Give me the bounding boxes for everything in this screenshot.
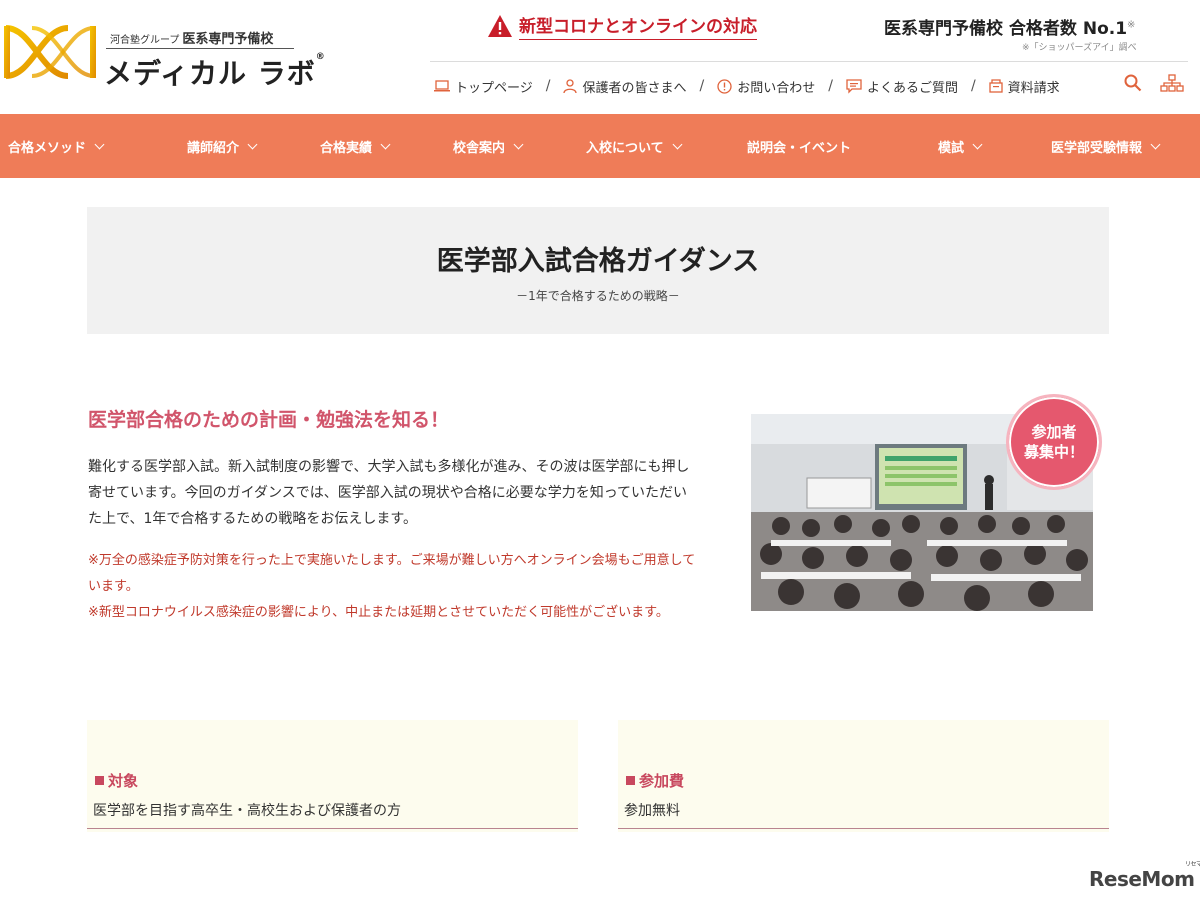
badge-line2: 募集中！	[1023, 443, 1084, 461]
main-nav: 合格メソッド 講師紹介 合格実績 校舎案内 入校について 説明会・イベント 模試…	[0, 114, 1200, 178]
person-icon	[563, 78, 578, 93]
laptop-icon	[434, 80, 450, 92]
chevron-down-icon	[247, 139, 258, 149]
nav-item-label: 医学部受験情報	[1051, 140, 1143, 156]
target-underline	[87, 828, 578, 829]
chevron-down-icon	[972, 139, 983, 149]
resemom-watermark: ReseMomリセマム	[1089, 861, 1200, 891]
no1-text: 医系専門予備校 合格者数 No.1	[884, 19, 1128, 39]
event-info-box: 対象 医学部を目指す高卒生・高校生および保護者の方 参加費 参加無料	[87, 720, 1109, 832]
util-nav-label: よくあるご質問	[866, 80, 958, 96]
nav-item-label: 校舎案内	[453, 140, 506, 156]
covid-notice-link[interactable]: 新型コロナとオンラインの対応	[487, 12, 757, 40]
square-bullet-icon	[626, 776, 635, 785]
fee-underline	[618, 828, 1109, 829]
intro-heading: 医学部合格のための計画・勉強法を知る！	[88, 409, 450, 431]
chevron-down-icon	[672, 139, 683, 149]
info-icon	[717, 78, 732, 94]
nav-item-method[interactable]: 合格メソッド	[8, 114, 105, 178]
util-separator: /	[970, 78, 976, 94]
header-divider	[430, 61, 1188, 62]
util-nav-label: お問い合わせ	[737, 80, 816, 96]
logo-mark-icon	[4, 25, 96, 79]
util-nav-contact[interactable]: お問い合わせ	[717, 77, 815, 96]
logo-name: メディカル ラボ®	[104, 52, 326, 92]
document-icon	[989, 79, 1003, 93]
nav-item-label: 合格実績	[320, 140, 373, 156]
utility-nav: トップページ / 保護者の皆さまへ / お問い合わせ / よくあるご質問 / 資…	[434, 74, 1060, 98]
chevron-down-icon	[1150, 139, 1161, 149]
util-nav-label: トップページ	[455, 80, 533, 96]
util-separator: /	[699, 78, 705, 94]
page-subtitle: －1年で合格するための戦略－	[516, 289, 680, 303]
logo-school-text: 医系専門予備校	[182, 32, 274, 47]
logo-reg-mark: ®	[315, 52, 326, 62]
nav-item-label: 模試	[938, 140, 965, 156]
intro-note: ※新型コロナウイルス感染症の影響により、中止または延期とさせていただく可能性がご…	[88, 605, 669, 620]
logo-subtitle: 河合塾グループ 医系専門予備校	[110, 28, 273, 47]
watermark-kana: リセマム	[1185, 861, 1200, 868]
util-nav-faq[interactable]: よくあるご質問	[846, 77, 958, 96]
nav-item-admission[interactable]: 入校について	[586, 114, 683, 178]
chevron-down-icon	[94, 139, 105, 149]
header-tools	[1124, 74, 1184, 92]
fee-label: 参加費	[626, 770, 684, 791]
intro-notes: ※万全の感染症予防対策を行った上で実施いたします。ご来場が難しい方へオンライン会…	[88, 548, 698, 626]
no1-claim: 医系専門予備校 合格者数 No.1※	[884, 14, 1135, 39]
nav-item-label: 講師紹介	[187, 140, 240, 156]
util-nav-top[interactable]: トップページ	[434, 77, 533, 96]
logo-name-text: メディカル ラボ	[104, 57, 316, 90]
page-title-box: 医学部入試合格ガイダンス －1年で合格するための戦略－	[87, 207, 1109, 334]
util-separator: /	[828, 78, 833, 94]
fee-value: 参加無料	[624, 803, 680, 819]
warning-icon	[488, 15, 512, 37]
watermark-text: ReseMom	[1089, 867, 1195, 891]
site-header: 河合塾グループ 医系専門予備校 メディカル ラボ® 新型コロナとオンラインの対応 …	[0, 0, 1200, 114]
util-nav-parents[interactable]: 保護者の皆さまへ	[563, 77, 686, 96]
nav-item-results[interactable]: 合格実績	[320, 114, 391, 178]
nav-item-label: 説明会・イベント	[747, 140, 852, 156]
nav-item-exam-info[interactable]: 医学部受験情報	[1051, 114, 1161, 178]
util-nav-label: 資料請求	[1007, 80, 1060, 96]
nav-item-label: 入校について	[586, 140, 664, 156]
sitemap-icon[interactable]	[1160, 74, 1184, 92]
util-nav-brochure[interactable]: 資料請求	[989, 77, 1060, 96]
logo-divider	[106, 48, 294, 49]
no1-footnote: ※「ショッパーズアイ」調べ	[1022, 43, 1137, 53]
square-bullet-icon	[95, 776, 104, 785]
logo-group-text: 河合塾グループ	[110, 35, 180, 46]
nav-item-mock-exam[interactable]: 模試	[938, 114, 983, 178]
util-nav-label: 保護者の皆さまへ	[582, 80, 687, 96]
recruiting-badge: 参加者 募集中！	[1006, 394, 1102, 490]
util-separator: /	[545, 78, 551, 94]
chat-icon	[846, 78, 862, 94]
nav-item-events[interactable]: 説明会・イベント	[747, 114, 851, 178]
intro-note: ※万全の感染症予防対策を行った上で実施いたします。ご来場が難しい方へオンライン会…	[88, 553, 696, 594]
covid-notice-text: 新型コロナとオンラインの対応	[519, 12, 757, 40]
no1-mark: ※	[1127, 19, 1136, 31]
nav-item-label: 合格メソッド	[8, 140, 87, 156]
target-label-text: 対象	[108, 772, 139, 790]
badge-line1: 参加者	[1031, 423, 1077, 441]
chevron-down-icon	[380, 139, 391, 149]
page-title: 医学部入試合格ガイダンス	[436, 246, 760, 277]
info-column-gap	[578, 720, 618, 832]
nav-item-campus[interactable]: 校舎案内	[453, 114, 524, 178]
fee-label-text: 参加費	[639, 772, 685, 790]
intro-body: 難化する医学部入試。新入試制度の影響で、大学入試も多様化が進み、その波は医学部に…	[88, 459, 690, 527]
search-icon[interactable]	[1124, 74, 1142, 92]
chevron-down-icon	[513, 139, 524, 149]
nav-item-teachers[interactable]: 講師紹介	[187, 114, 258, 178]
target-label: 対象	[95, 770, 138, 791]
site-logo[interactable]: 河合塾グループ 医系専門予備校 メディカル ラボ®	[0, 14, 325, 94]
target-value: 医学部を目指す高卒生・高校生および保護者の方	[93, 803, 401, 819]
